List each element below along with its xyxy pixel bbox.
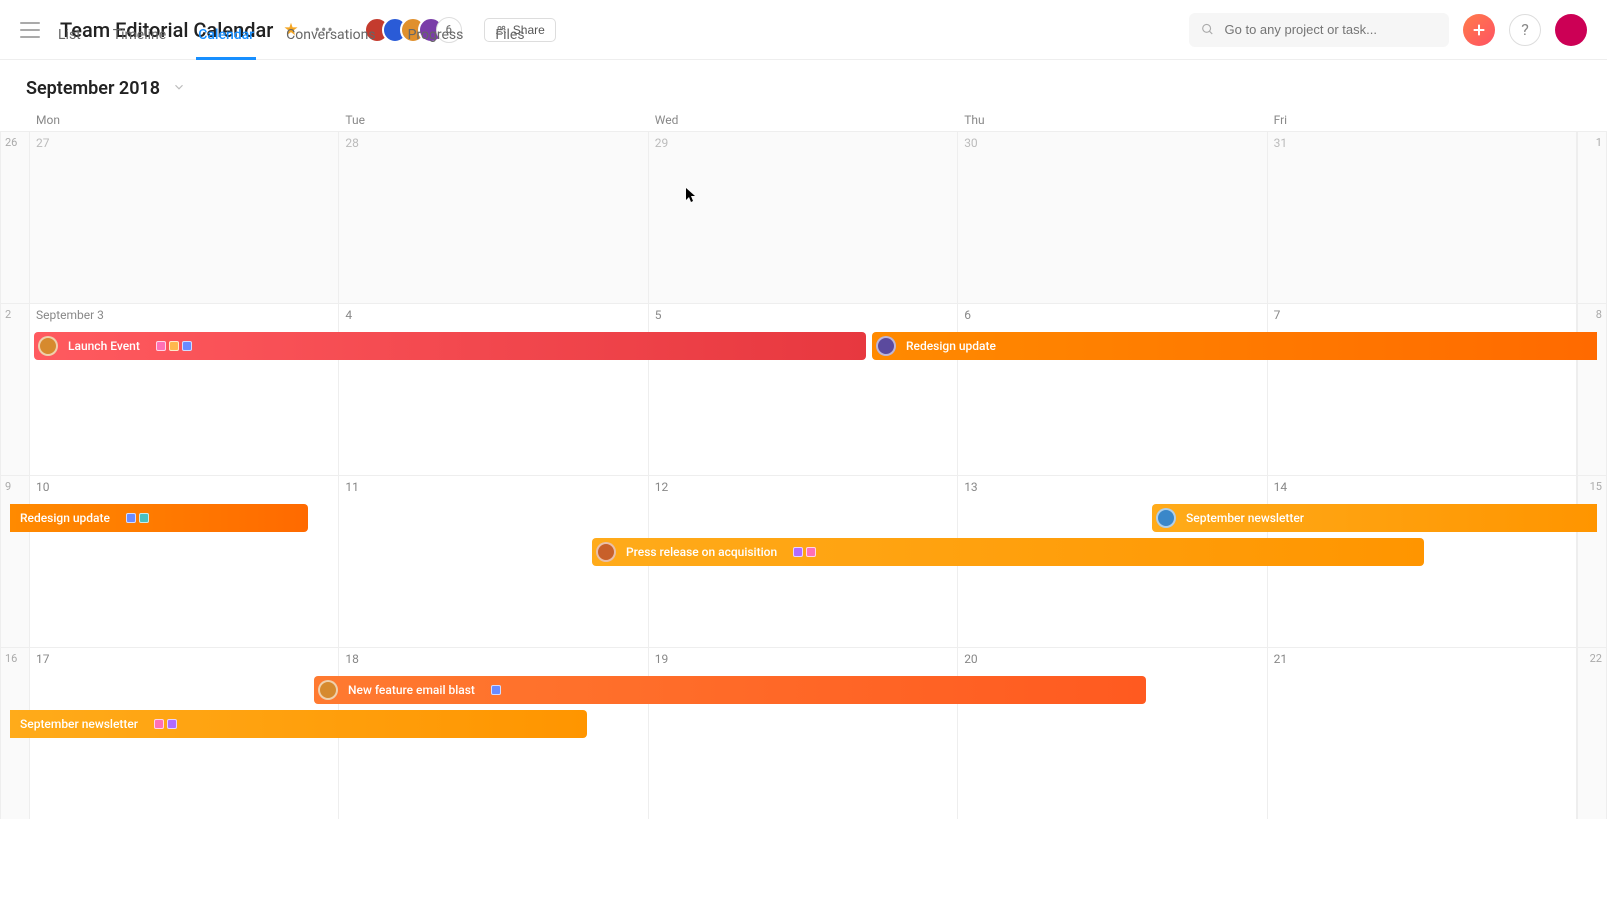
tag-swatch bbox=[806, 547, 816, 557]
top-bar: Team Editorial Calendar ★ ••• 6 Share ? … bbox=[0, 0, 1607, 60]
cursor-icon bbox=[685, 187, 697, 203]
saturday-gutter[interactable]: 15 bbox=[1577, 476, 1607, 647]
weekday-label: Tue bbox=[339, 109, 648, 131]
event-redesign-update-cont[interactable]: Redesign update bbox=[10, 504, 308, 532]
tab-calendar[interactable]: Calendar bbox=[196, 27, 256, 60]
event-redesign-update[interactable]: Redesign update bbox=[872, 332, 1597, 360]
event-tags bbox=[491, 685, 501, 695]
event-launch-event[interactable]: Launch Event bbox=[34, 332, 866, 360]
menu-icon[interactable] bbox=[20, 22, 40, 38]
day-cell[interactable]: 21 bbox=[1268, 648, 1577, 819]
event-title: Redesign update bbox=[906, 339, 996, 353]
weekday-label: Wed bbox=[649, 109, 958, 131]
weekday-label: Fri bbox=[1268, 109, 1577, 131]
calendar-header: September 2018 bbox=[0, 60, 1607, 109]
sunday-gutter[interactable]: 2 bbox=[0, 304, 30, 475]
event-title: Redesign update bbox=[20, 511, 110, 525]
day-cell[interactable]: 31 bbox=[1268, 132, 1577, 303]
quick-add-button[interactable] bbox=[1463, 14, 1495, 46]
day-cell[interactable]: 7 bbox=[1268, 304, 1577, 475]
weekday-label: Thu bbox=[958, 109, 1267, 131]
view-tabs: List Timeline Calendar Conversations Pro… bbox=[56, 27, 527, 60]
tag-swatch bbox=[182, 341, 192, 351]
assignee-avatar bbox=[1156, 508, 1176, 528]
day-cell[interactable]: 28 bbox=[339, 132, 648, 303]
plus-icon bbox=[1471, 22, 1487, 38]
day-cell[interactable]: 6 bbox=[958, 304, 1267, 475]
event-tags bbox=[154, 719, 177, 729]
tab-progress[interactable]: Progress bbox=[406, 27, 466, 60]
day-cell[interactable]: 5 bbox=[649, 304, 958, 475]
day-cell[interactable]: 20 bbox=[958, 648, 1267, 819]
event-title: New feature email blast bbox=[348, 683, 475, 697]
tag-swatch bbox=[169, 341, 179, 351]
current-user-avatar[interactable] bbox=[1555, 14, 1587, 46]
tag-swatch bbox=[167, 719, 177, 729]
tag-swatch bbox=[139, 513, 149, 523]
event-tags bbox=[156, 341, 192, 351]
saturday-gutter[interactable]: 8 bbox=[1577, 304, 1607, 475]
event-sept-newsletter-cont[interactable]: September newsletter bbox=[10, 710, 587, 738]
event-title: September newsletter bbox=[20, 717, 138, 731]
event-new-feature-blast[interactable]: New feature email blast bbox=[314, 676, 1146, 704]
event-title: September newsletter bbox=[1186, 511, 1304, 525]
day-cell[interactable]: September 3 bbox=[30, 304, 339, 475]
event-tags bbox=[793, 547, 816, 557]
event-title: Launch Event bbox=[68, 339, 140, 353]
saturday-gutter[interactable]: 1 bbox=[1577, 132, 1607, 303]
saturday-gutter[interactable]: 22 bbox=[1577, 648, 1607, 819]
calendar-week: 26 27 28 29 30 31 1 bbox=[0, 131, 1607, 303]
event-press-release[interactable]: Press release on acquisition bbox=[592, 538, 1424, 566]
tag-swatch bbox=[154, 719, 164, 729]
day-cell[interactable]: 4 bbox=[339, 304, 648, 475]
sunday-gutter[interactable]: 26 bbox=[0, 132, 30, 303]
tag-swatch bbox=[126, 513, 136, 523]
search-icon bbox=[1201, 22, 1215, 37]
day-cell[interactable]: 29 bbox=[649, 132, 958, 303]
weekday-label: Mon bbox=[30, 109, 339, 131]
month-label[interactable]: September 2018 bbox=[26, 78, 160, 99]
tab-files[interactable]: Files bbox=[493, 27, 526, 60]
search-box[interactable] bbox=[1189, 13, 1449, 47]
assignee-avatar bbox=[318, 680, 338, 700]
calendar-grid: Mon Tue Wed Thu Fri 26 27 28 29 30 31 1 … bbox=[0, 109, 1607, 819]
weekday-row: Mon Tue Wed Thu Fri bbox=[0, 109, 1607, 131]
assignee-avatar bbox=[38, 336, 58, 356]
tab-timeline[interactable]: Timeline bbox=[111, 27, 168, 60]
month-dropdown-chevron-icon[interactable] bbox=[172, 79, 186, 98]
tag-swatch bbox=[156, 341, 166, 351]
day-cell[interactable]: 27 bbox=[30, 132, 339, 303]
tab-list[interactable]: List bbox=[56, 27, 83, 60]
event-sept-newsletter[interactable]: September newsletter bbox=[1152, 504, 1597, 532]
day-cell[interactable]: 30 bbox=[958, 132, 1267, 303]
assignee-avatar bbox=[876, 336, 896, 356]
event-title: Press release on acquisition bbox=[626, 545, 777, 559]
tag-swatch bbox=[793, 547, 803, 557]
sunday-gutter[interactable]: 9 bbox=[0, 476, 30, 647]
calendar-week: 16 17 18 19 20 21 22 New feature email b… bbox=[0, 647, 1607, 819]
tab-conversations[interactable]: Conversations bbox=[284, 27, 377, 60]
search-input[interactable] bbox=[1225, 22, 1438, 37]
help-button[interactable]: ? bbox=[1509, 14, 1541, 46]
event-tags bbox=[126, 513, 149, 523]
tag-swatch bbox=[491, 685, 501, 695]
day-cell[interactable]: 19 bbox=[649, 648, 958, 819]
calendar-week: 9 10 11 12 13 14 15 Redesign update Sept… bbox=[0, 475, 1607, 647]
day-cell[interactable]: 10 bbox=[30, 476, 339, 647]
calendar-week: 2 September 3 4 5 6 7 8 Launch Event Red… bbox=[0, 303, 1607, 475]
assignee-avatar bbox=[596, 542, 616, 562]
